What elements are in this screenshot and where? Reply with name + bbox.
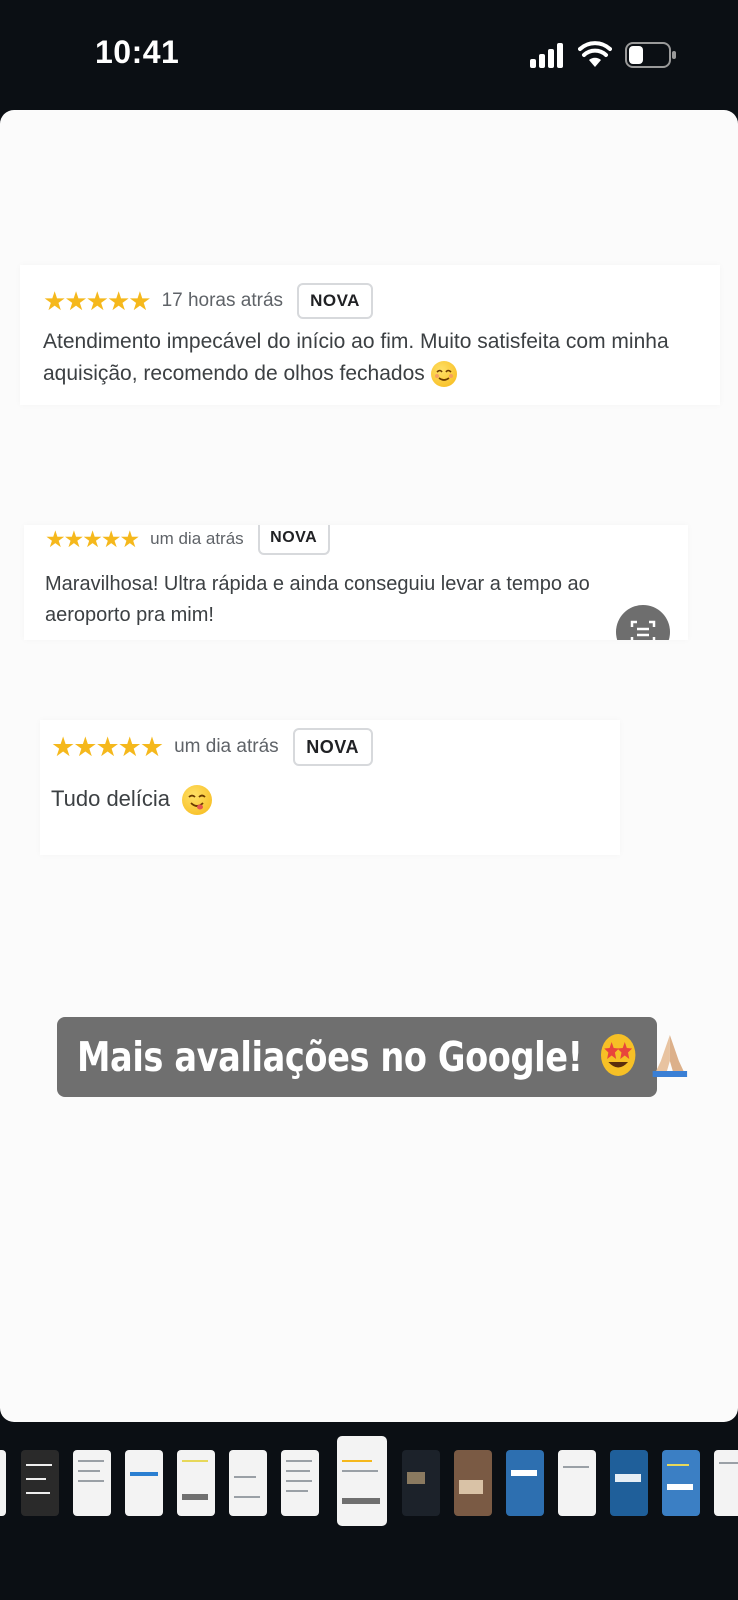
star-rating: ★ ★ ★ ★ ★ xyxy=(43,286,152,316)
story-thumbnail[interactable] xyxy=(558,1450,596,1516)
review-text: Maravilhosa! Ultra rápida e ainda conseg… xyxy=(45,573,590,626)
review-card: ★ ★ ★ ★ ★ um dia atrás NOVA Tudo delícia xyxy=(40,720,620,855)
star-rating: ★ ★ ★ ★ ★ xyxy=(45,525,141,552)
review-header: ★ ★ ★ ★ ★ um dia atrás NOVA xyxy=(45,525,330,555)
story-thumbnail[interactable] xyxy=(177,1450,215,1516)
new-badge: NOVA xyxy=(292,728,373,766)
battery-icon xyxy=(625,42,676,68)
review-time: 17 horas atrás xyxy=(161,290,284,311)
star-icon: ★ xyxy=(73,731,98,762)
review-card: ★ ★ ★ ★ ★ 17 horas atrás NOVA Atendiment… xyxy=(20,265,720,405)
story-content[interactable]: ★ ★ ★ ★ ★ 17 horas atrás NOVA Atendiment… xyxy=(0,110,738,1422)
caption-wrapper: Mais avaliações no Google! xyxy=(77,1031,690,1089)
star-icon: ★ xyxy=(82,525,103,552)
story-thumbnail[interactable] xyxy=(229,1450,267,1516)
visual-lookup-icon[interactable] xyxy=(616,605,670,640)
review-text-wrapper: Atendimento impecável do início ao fim. … xyxy=(43,326,703,390)
star-icon: ★ xyxy=(64,286,88,316)
star-icon: ★ xyxy=(106,286,131,316)
story-thumbnail[interactable] xyxy=(662,1450,700,1516)
star-icon: ★ xyxy=(117,731,142,762)
star-rating: ★ ★ ★ ★ ★ xyxy=(51,731,165,762)
story-thumbnail[interactable] xyxy=(610,1450,648,1516)
review-text: Tudo delícia xyxy=(51,786,171,811)
star-icon: ★ xyxy=(45,525,66,552)
star-icon: ★ xyxy=(100,525,122,552)
folded-hands-emoji-icon xyxy=(649,1031,690,1089)
cellular-signal-icon xyxy=(530,42,566,68)
star-icon: ★ xyxy=(119,525,141,552)
relieved-face-emoji-icon xyxy=(430,361,457,388)
story-thumbnail[interactable] xyxy=(281,1450,319,1516)
status-bar: 10:41 xyxy=(0,0,738,110)
wifi-icon xyxy=(578,41,612,67)
story-thumbnail-current[interactable] xyxy=(337,1436,387,1526)
star-struck-emoji-icon xyxy=(599,1031,638,1089)
story-thumbnail[interactable] xyxy=(0,1450,6,1516)
star-icon: ★ xyxy=(51,731,76,762)
star-icon: ★ xyxy=(95,731,120,762)
star-icon: ★ xyxy=(43,286,67,316)
star-icon: ★ xyxy=(128,286,152,316)
star-icon: ★ xyxy=(139,731,165,762)
story-thumbnail[interactable] xyxy=(454,1450,492,1516)
new-badge: NOVA xyxy=(297,283,374,319)
star-icon: ★ xyxy=(85,286,109,316)
review-time: um dia atrás xyxy=(174,736,279,757)
story-thumbnail[interactable] xyxy=(21,1450,59,1516)
caption-text: Mais avaliações no Google! xyxy=(77,1033,583,1081)
new-badge: NOVA xyxy=(257,525,330,555)
story-thumbnail[interactable] xyxy=(402,1450,440,1516)
status-time: 10:41 xyxy=(95,34,180,70)
yum-face-emoji-icon xyxy=(182,785,213,816)
review-header: ★ ★ ★ ★ ★ um dia atrás NOVA xyxy=(51,728,373,766)
star-icon: ★ xyxy=(63,525,85,552)
review-text-wrapper: Tudo delícia xyxy=(51,782,591,816)
review-text: Atendimento impecável do início ao fim. … xyxy=(43,330,669,385)
review-time: um dia atrás xyxy=(150,529,244,548)
story-thumbnail[interactable] xyxy=(125,1450,163,1516)
story-caption: Mais avaliações no Google! xyxy=(57,1017,688,1097)
review-card: ★ ★ ★ ★ ★ um dia atrás NOVA Maravilhosa!… xyxy=(24,525,688,640)
story-thumbnail[interactable] xyxy=(73,1450,111,1516)
story-thumbnail[interactable] xyxy=(714,1450,738,1516)
story-thumbnail-strip xyxy=(0,1420,738,1530)
story-thumbnail[interactable] xyxy=(506,1450,544,1516)
review-header: ★ ★ ★ ★ ★ 17 horas atrás NOVA xyxy=(43,283,374,319)
